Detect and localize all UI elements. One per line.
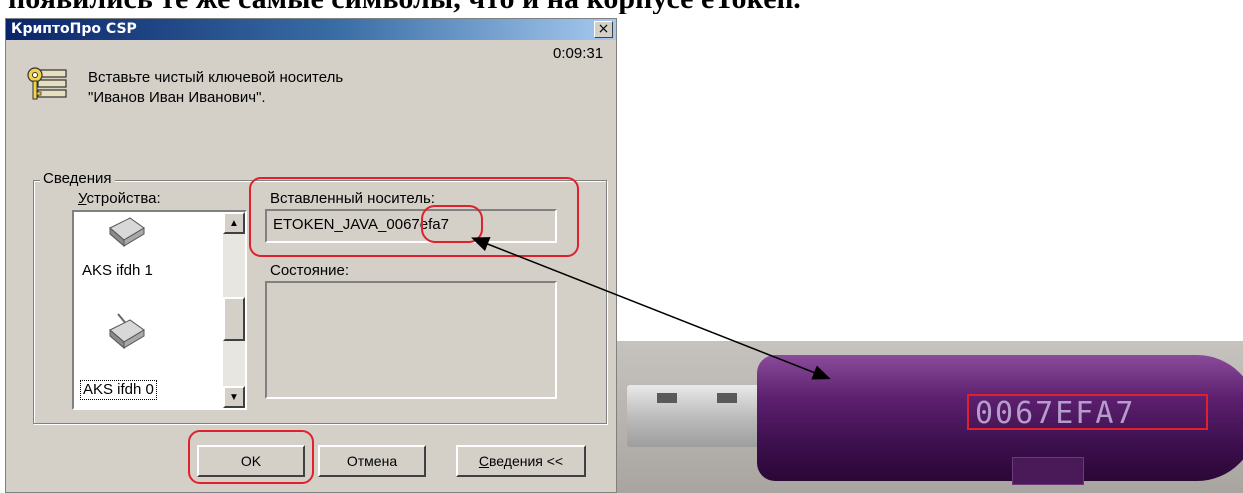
devices-scrollbar[interactable]: ▲ ▼: [223, 212, 245, 408]
etoken-photo: 0067EFA7: [617, 341, 1243, 493]
device-label: AKS ifdh 0: [80, 380, 157, 400]
details-toggle-button[interactable]: Сведения <<: [456, 445, 586, 477]
status-box: [265, 281, 557, 399]
message-line-1: Вставьте чистый ключевой носитель: [88, 69, 344, 86]
arrow-up-icon: ▲: [229, 217, 239, 229]
highlight-serial-suffix: [421, 205, 483, 243]
close-icon: ×: [597, 21, 610, 37]
close-button[interactable]: ×: [594, 21, 613, 38]
highlight-inserted-media: [249, 177, 579, 257]
document-heading: появились те же самые символы, что и на …: [0, 0, 1243, 14]
highlight-ok-button: [188, 430, 314, 484]
usb-contact: [717, 393, 737, 403]
scroll-thumb[interactable]: [223, 297, 245, 341]
insert-media-message: Вставьте чистый ключевой носитель "Ивано…: [88, 68, 343, 108]
device-item[interactable]: AKS ifdh 1: [74, 214, 214, 309]
device-item-selected[interactable]: AKS ifdh 0: [74, 312, 214, 407]
device-label: AKS ifdh 1: [82, 262, 153, 279]
token-body: 0067EFA7: [757, 355, 1243, 485]
keys-icon: [27, 67, 67, 100]
dialog-title: КриптоПро CSP: [11, 21, 137, 37]
smartcard-reader-icon: [109, 217, 145, 248]
dialog-titlebar[interactable]: КриптоПро CSP ×: [6, 19, 616, 40]
usb-contact: [657, 393, 677, 403]
scroll-up-button[interactable]: ▲: [223, 212, 245, 234]
details-button-mnemonic: С: [478, 453, 490, 469]
smartcard-reader-icon: [109, 313, 145, 350]
devices-label: Устройства:: [78, 190, 161, 208]
message-line-2: "Иванов Иван Иванович".: [88, 89, 266, 106]
countdown-timer: 0:09:31: [553, 45, 604, 62]
arrow-down-icon: ▼: [229, 391, 239, 403]
highlight-token-serial: [967, 394, 1208, 430]
devices-label-mnemonic: У: [78, 190, 87, 207]
cancel-button[interactable]: Отмена: [318, 445, 426, 477]
token-logo-plate: [1012, 457, 1084, 485]
details-button-text: ведения <<: [489, 453, 564, 469]
details-group-label: Сведения: [40, 170, 115, 188]
devices-label-text: стройства:: [86, 190, 161, 207]
status-label: Состояние:: [270, 262, 350, 279]
scroll-down-button[interactable]: ▼: [223, 386, 245, 408]
devices-list[interactable]: AKS ifdh 1 AKS ifdh 0 ▲ ▼: [72, 210, 247, 410]
